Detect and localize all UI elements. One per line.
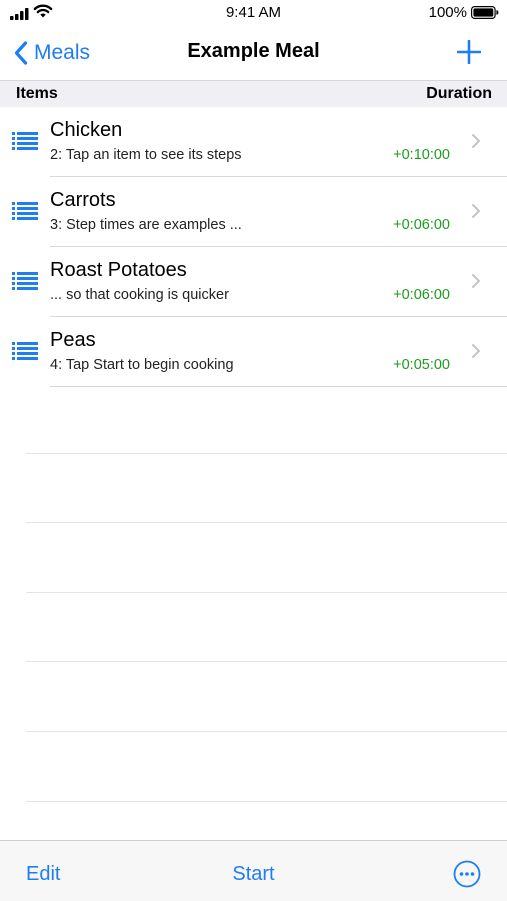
list-item[interactable]: Peas 4: Tap Start to begin cooking +0:05… [0,317,507,387]
item-duration: +0:06:00 [393,287,450,303]
more-button[interactable] [453,860,481,893]
empty-row-separator [26,522,507,523]
empty-row-separator [26,801,507,802]
plus-icon [456,39,482,65]
ellipsis-circle-icon [453,860,481,888]
bottom-toolbar: Edit Start [0,840,507,901]
empty-row-separator [26,453,507,454]
item-subtitle: ... so that cooking is quicker [50,287,229,303]
battery-percentage: 100% [428,4,467,21]
battery-icon [471,6,499,23]
item-title: Peas [50,329,96,351]
chevron-right-icon [471,133,481,154]
item-subtitle: 3: Step times are examples ... [50,217,242,233]
item-duration: +0:05:00 [393,357,450,373]
chevron-right-icon [471,273,481,294]
page-title: Example Meal [187,40,320,62]
list-icon [12,341,38,366]
items-list: Chicken 2: Tap an item to see its steps … [0,107,507,387]
list-item[interactable]: Roast Potatoes ... so that cooking is qu… [0,247,507,317]
item-subtitle: 4: Tap Start to begin cooking [50,357,234,373]
item-duration: +0:06:00 [393,217,450,233]
empty-row-separator [26,592,507,593]
item-duration: +0:10:00 [393,147,450,163]
item-subtitle: 2: Tap an item to see its steps [50,147,242,163]
row-separator [50,386,507,387]
empty-row-separator [26,731,507,732]
list-icon [12,271,38,296]
list-item[interactable]: Chicken 2: Tap an item to see its steps … [0,107,507,177]
status-bar: 9:41 AM 100% [0,0,507,26]
empty-row-separator [26,661,507,662]
navigation-bar: Meals Example Meal [0,30,507,76]
list-icon [12,131,38,156]
chevron-right-icon [471,203,481,224]
section-header: Items Duration [0,80,507,107]
section-header-items: Items [16,85,58,102]
chevron-right-icon [471,343,481,364]
item-title: Roast Potatoes [50,259,187,281]
list-icon [12,201,38,226]
add-button[interactable] [456,39,482,69]
list-item[interactable]: Carrots 3: Step times are examples ... +… [0,177,507,247]
start-button[interactable]: Start [0,863,507,886]
section-header-duration: Duration [426,85,492,102]
item-title: Chicken [50,119,123,141]
item-title: Carrots [50,189,116,211]
